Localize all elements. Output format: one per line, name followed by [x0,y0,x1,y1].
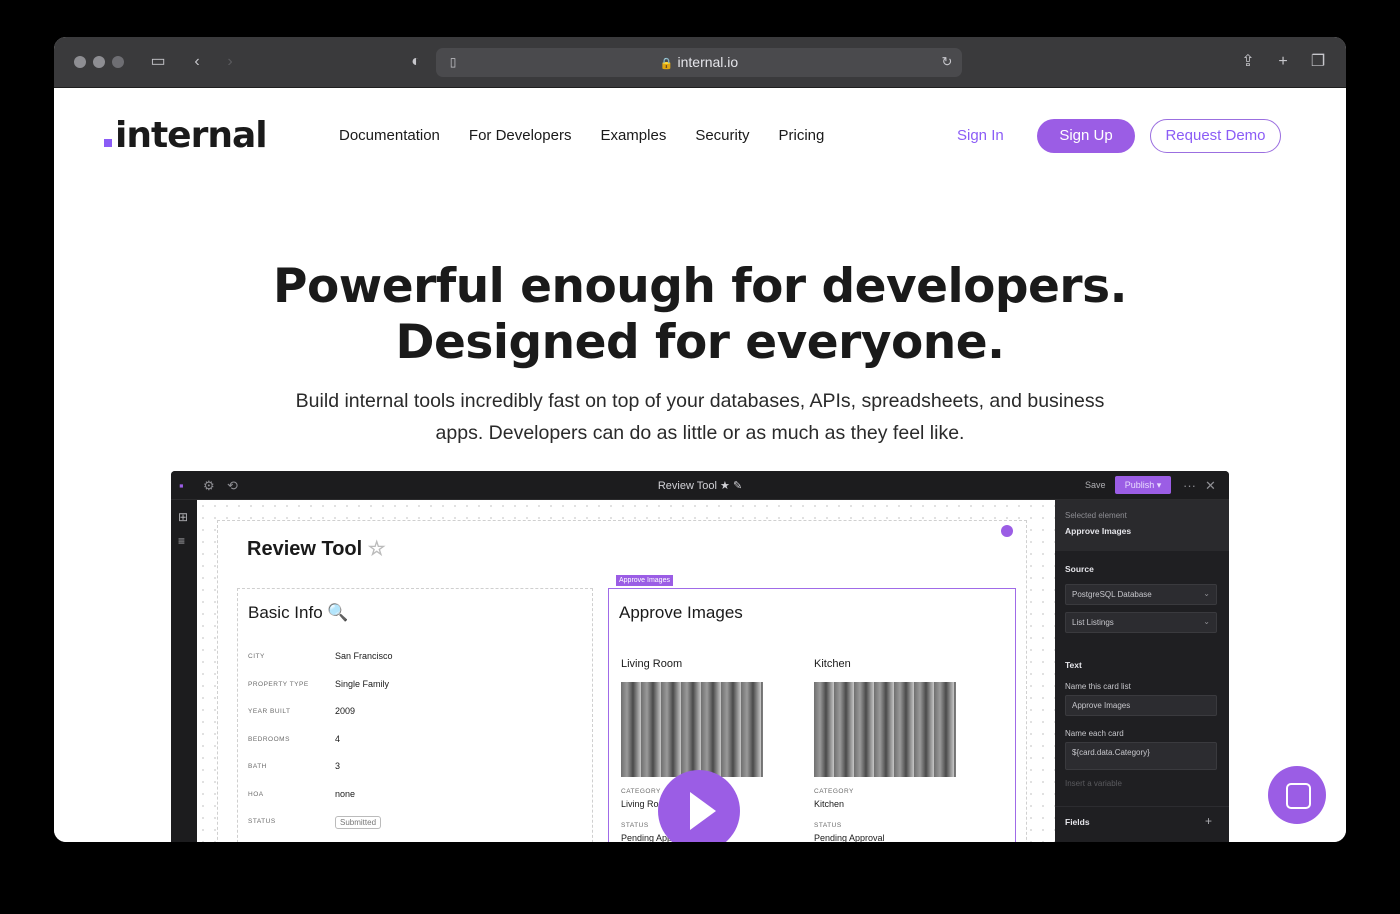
forward-icon[interactable]: › [219,51,241,73]
approve-images-tag: Approve Images [616,575,673,586]
add-component-icon[interactable]: ⊞ [178,510,188,524]
hero-title-line1: Powerful enough for developers. [273,259,1127,314]
kitchen-photo [814,682,956,777]
name-list-label: Name this card list [1065,682,1131,691]
chevron-down-icon: ⌄ [1203,617,1210,626]
card-name-input[interactable]: ${card.data.Category} [1065,742,1217,770]
hero-title-line2: Designed for everyone. [395,315,1005,370]
chat-launcher-icon[interactable] [1268,766,1326,824]
basic-info-title: Basic Info 🔍 [248,603,349,622]
back-icon[interactable]: ‹ [186,51,208,73]
browser-titlebar: ▭ ‹ › ◐ ▯ 🔒 internal.io ↻ ⇪ + ❐ [54,37,1346,88]
fields-label: Fields [1065,817,1090,827]
app-toolbar: ▪ ⚙ ⟲ Review Tool ★ ✎ Save Publish ▾ ···… [171,471,1229,500]
add-field-icon[interactable]: + [1205,814,1212,828]
new-tab-icon[interactable]: + [1272,51,1294,73]
close-window-button[interactable] [74,56,86,68]
properties-sidebar: Selected element Approve Images Source P… [1055,500,1229,842]
source-label: Source [1065,564,1094,574]
sidebar-toggle-icon[interactable]: ▭ [147,51,169,73]
text-label: Text [1065,660,1082,670]
app-title: Review Tool [657,480,717,492]
close-icon[interactable]: ✕ [1205,478,1216,494]
star-icon: ★ [720,480,730,492]
sign-in-link[interactable]: Sign In [957,127,1004,144]
shield-icon[interactable]: ◐ [405,51,427,73]
nav-examples[interactable]: Examples [600,127,666,144]
basic-info-panel[interactable]: Basic Info 🔍 CITY San Francisco PROPERTY … [237,588,593,842]
play-video-button[interactable] [658,770,740,842]
publish-button[interactable]: Publish ▾ [1115,476,1171,494]
web-page: internal Documentation For Developers Ex… [54,88,1346,842]
database-icon[interactable]: ≡ [178,534,185,548]
source-db-select[interactable]: PostgreSQL Database ⌄ [1065,584,1217,605]
app-left-rail: ⊞ ≡ [171,500,197,842]
more-icon[interactable]: ··· [1183,478,1196,493]
status-badge: Submitted [335,816,382,829]
logo[interactable]: internal [104,115,268,156]
image-card[interactable]: Kitchen CATEGORY Kitchen STATUS Pending … [802,646,977,842]
edit-icon[interactable]: ✎ [733,480,742,492]
selected-element-box: Selected element Approve Images [1055,500,1229,551]
save-button[interactable]: Save [1085,480,1106,490]
add-section-icon[interactable] [1001,525,1013,537]
request-demo-button[interactable]: Request Demo [1150,119,1281,153]
main-nav: Documentation For Developers Examples Se… [339,127,824,144]
name-card-label: Name each card [1065,729,1124,738]
address-bar[interactable]: ▯ 🔒 internal.io ↻ [436,48,962,77]
source-query-select[interactable]: List Listings ⌄ [1065,612,1217,633]
sign-up-button[interactable]: Sign Up [1037,119,1135,153]
canvas-page-title: Review Tool ☆ [247,538,386,560]
reload-icon[interactable]: ↻ [936,51,958,73]
living-room-photo [621,682,763,777]
share-icon[interactable]: ⇪ [1237,51,1259,73]
app-canvas: Review Tool ☆ Basic Info 🔍 CITY San Franc… [197,500,1055,842]
tabs-overview-icon[interactable]: ❐ [1307,51,1329,73]
app-preview[interactable]: ▪ ⚙ ⟲ Review Tool ★ ✎ Save Publish ▾ ···… [171,471,1229,842]
nav-pricing[interactable]: Pricing [779,127,825,144]
insert-variable-link[interactable]: Insert a variable [1065,779,1122,788]
card-list-name-input[interactable]: Approve Images [1065,695,1217,716]
chevron-down-icon: ⌄ [1203,589,1210,598]
zoom-window-button[interactable] [112,56,124,68]
nav-for-developers[interactable]: For Developers [469,127,572,144]
browser-window: ▭ ‹ › ◐ ▯ 🔒 internal.io ↻ ⇪ + ❐ internal … [54,37,1346,842]
hero-subtitle: Build internal tools incredibly fast on … [295,390,1105,444]
lock-icon: 🔒 [659,58,674,70]
approve-images-title: Approve Images [619,603,743,622]
minimize-window-button[interactable] [93,56,105,68]
url-text: internal.io [677,54,739,70]
logo-dot-icon [104,139,112,147]
nav-security[interactable]: Security [695,127,749,144]
nav-documentation[interactable]: Documentation [339,127,440,144]
star-outline-icon: ☆ [367,538,386,560]
